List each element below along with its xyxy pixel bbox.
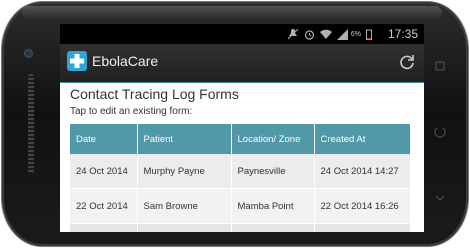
app-logo[interactable] [67,51,87,71]
cell-created-at: 24 Oct 2014 14:27 [314,154,410,189]
cell-date: 22 Oct 2014 [70,188,138,224]
battery-percent: 6% [350,30,361,38]
speaker-grille [28,74,34,174]
refresh-button[interactable] [398,53,416,71]
front-camera [24,49,33,58]
cell-patient: Sam Browne [137,188,232,224]
phone-frame: 6% 17:35 EbolaCare Contact Tracing Log F… [2,2,468,246]
action-bar: EbolaCare [60,44,424,83]
signal-icon [336,28,348,40]
home-button[interactable] [433,126,447,140]
cell-created-at: 22 Oct 2014 16:26 [314,188,410,224]
status-icons: 6% [287,28,372,40]
instruction-text: Tap to edit an existing form: [70,106,193,117]
cell-patient: Murphy Payne [137,154,232,189]
cell-location: Paynesville [231,154,315,189]
recent-apps-button[interactable] [433,60,447,74]
phone-gloss [22,6,442,20]
table-row[interactable]: 24 Oct 2014 Murphy Payne Paynesville 24 … [70,154,410,189]
forms-table: Date Patient Location/ Zone Created At 2… [70,124,410,232]
table-row-partial[interactable] [70,223,410,232]
table-row[interactable]: 22 Oct 2014 Sam Browne Mamba Point 22 Oc… [70,188,410,224]
refresh-icon [400,55,414,70]
wifi-icon [319,29,332,39]
app-screen: 6% 17:35 EbolaCare Contact Tracing Log F… [60,24,424,232]
battery-icon [366,29,372,40]
cell-location: Mamba Point [231,188,315,224]
status-clock: 17:35 [387,27,418,41]
back-button[interactable] [433,192,447,206]
column-header-created-at[interactable]: Created At [314,124,410,154]
app-title: EbolaCare [92,53,159,69]
cell-date: 24 Oct 2014 [70,154,138,189]
muted-notifications-icon [287,28,299,39]
back-icon [435,195,445,201]
table-header-row: Date Patient Location/ Zone Created At [70,124,410,154]
column-header-date[interactable]: Date [70,124,138,154]
medical-cross-icon [70,54,84,68]
page-title: Contact Tracing Log Forms [70,86,239,102]
column-header-patient[interactable]: Patient [137,124,232,154]
alarm-icon [304,29,314,40]
recent-apps-icon [435,61,445,71]
home-icon [434,127,446,138]
status-bar: 6% 17:35 [60,24,424,44]
column-header-location[interactable]: Location/ Zone [231,124,315,154]
